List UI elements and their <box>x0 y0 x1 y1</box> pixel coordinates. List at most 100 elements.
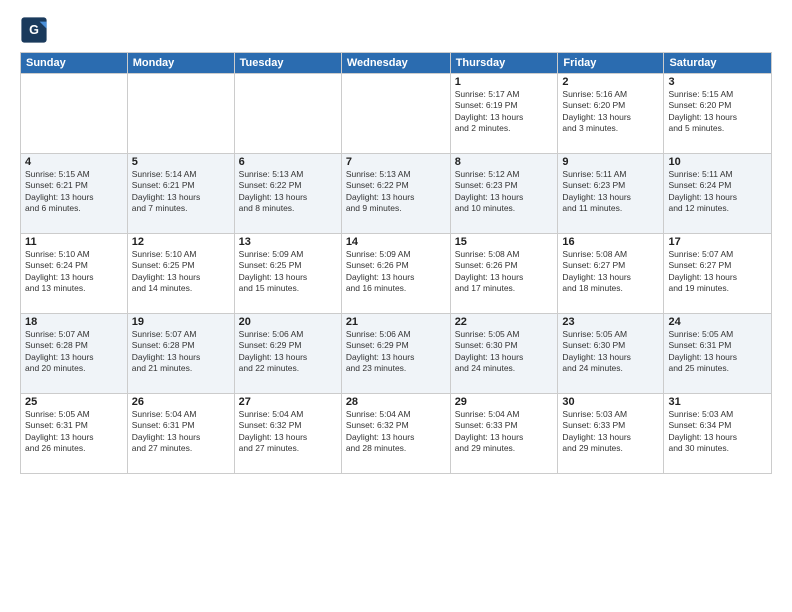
svg-text:G: G <box>29 23 39 37</box>
day-info: Sunrise: 5:15 AM Sunset: 6:20 PM Dayligh… <box>668 89 767 135</box>
calendar-cell: 4Sunrise: 5:15 AM Sunset: 6:21 PM Daylig… <box>21 154 128 234</box>
day-info: Sunrise: 5:04 AM Sunset: 6:32 PM Dayligh… <box>239 409 337 455</box>
calendar-cell: 29Sunrise: 5:04 AM Sunset: 6:33 PM Dayli… <box>450 394 558 474</box>
calendar-cell: 23Sunrise: 5:05 AM Sunset: 6:30 PM Dayli… <box>558 314 664 394</box>
day-info: Sunrise: 5:08 AM Sunset: 6:26 PM Dayligh… <box>455 249 554 295</box>
calendar-cell <box>21 74 128 154</box>
day-number: 10 <box>668 156 767 168</box>
day-info: Sunrise: 5:06 AM Sunset: 6:29 PM Dayligh… <box>239 329 337 375</box>
page-header: G <box>20 16 772 44</box>
day-number: 4 <box>25 156 123 168</box>
calendar-week-4: 18Sunrise: 5:07 AM Sunset: 6:28 PM Dayli… <box>21 314 772 394</box>
calendar-table: SundayMondayTuesdayWednesdayThursdayFrid… <box>20 52 772 474</box>
day-info: Sunrise: 5:09 AM Sunset: 6:25 PM Dayligh… <box>239 249 337 295</box>
day-header-saturday: Saturday <box>664 53 772 74</box>
day-info: Sunrise: 5:07 AM Sunset: 6:28 PM Dayligh… <box>25 329 123 375</box>
day-info: Sunrise: 5:04 AM Sunset: 6:33 PM Dayligh… <box>455 409 554 455</box>
day-number: 25 <box>25 396 123 408</box>
calendar-cell <box>127 74 234 154</box>
day-header-friday: Friday <box>558 53 664 74</box>
day-number: 22 <box>455 316 554 328</box>
day-info: Sunrise: 5:04 AM Sunset: 6:31 PM Dayligh… <box>132 409 230 455</box>
day-info: Sunrise: 5:11 AM Sunset: 6:23 PM Dayligh… <box>562 169 659 215</box>
calendar-cell: 3Sunrise: 5:15 AM Sunset: 6:20 PM Daylig… <box>664 74 772 154</box>
day-info: Sunrise: 5:05 AM Sunset: 6:31 PM Dayligh… <box>25 409 123 455</box>
day-number: 21 <box>346 316 446 328</box>
day-header-thursday: Thursday <box>450 53 558 74</box>
calendar-cell: 24Sunrise: 5:05 AM Sunset: 6:31 PM Dayli… <box>664 314 772 394</box>
day-header-sunday: Sunday <box>21 53 128 74</box>
day-info: Sunrise: 5:17 AM Sunset: 6:19 PM Dayligh… <box>455 89 554 135</box>
calendar-cell: 28Sunrise: 5:04 AM Sunset: 6:32 PM Dayli… <box>341 394 450 474</box>
day-number: 26 <box>132 396 230 408</box>
day-info: Sunrise: 5:09 AM Sunset: 6:26 PM Dayligh… <box>346 249 446 295</box>
day-number: 3 <box>668 76 767 88</box>
day-number: 11 <box>25 236 123 248</box>
calendar-week-3: 11Sunrise: 5:10 AM Sunset: 6:24 PM Dayli… <box>21 234 772 314</box>
day-number: 13 <box>239 236 337 248</box>
day-header-wednesday: Wednesday <box>341 53 450 74</box>
day-header-tuesday: Tuesday <box>234 53 341 74</box>
day-number: 23 <box>562 316 659 328</box>
calendar-cell: 30Sunrise: 5:03 AM Sunset: 6:33 PM Dayli… <box>558 394 664 474</box>
day-number: 17 <box>668 236 767 248</box>
day-number: 30 <box>562 396 659 408</box>
calendar-cell: 13Sunrise: 5:09 AM Sunset: 6:25 PM Dayli… <box>234 234 341 314</box>
day-info: Sunrise: 5:05 AM Sunset: 6:31 PM Dayligh… <box>668 329 767 375</box>
calendar-cell: 21Sunrise: 5:06 AM Sunset: 6:29 PM Dayli… <box>341 314 450 394</box>
day-info: Sunrise: 5:06 AM Sunset: 6:29 PM Dayligh… <box>346 329 446 375</box>
calendar-cell: 11Sunrise: 5:10 AM Sunset: 6:24 PM Dayli… <box>21 234 128 314</box>
calendar-cell: 18Sunrise: 5:07 AM Sunset: 6:28 PM Dayli… <box>21 314 128 394</box>
day-number: 19 <box>132 316 230 328</box>
day-number: 2 <box>562 76 659 88</box>
calendar-cell: 6Sunrise: 5:13 AM Sunset: 6:22 PM Daylig… <box>234 154 341 234</box>
calendar-cell: 27Sunrise: 5:04 AM Sunset: 6:32 PM Dayli… <box>234 394 341 474</box>
day-number: 18 <box>25 316 123 328</box>
day-info: Sunrise: 5:03 AM Sunset: 6:34 PM Dayligh… <box>668 409 767 455</box>
day-info: Sunrise: 5:07 AM Sunset: 6:28 PM Dayligh… <box>132 329 230 375</box>
day-number: 24 <box>668 316 767 328</box>
day-number: 20 <box>239 316 337 328</box>
day-info: Sunrise: 5:03 AM Sunset: 6:33 PM Dayligh… <box>562 409 659 455</box>
day-number: 12 <box>132 236 230 248</box>
day-info: Sunrise: 5:04 AM Sunset: 6:32 PM Dayligh… <box>346 409 446 455</box>
calendar-cell: 31Sunrise: 5:03 AM Sunset: 6:34 PM Dayli… <box>664 394 772 474</box>
day-info: Sunrise: 5:05 AM Sunset: 6:30 PM Dayligh… <box>562 329 659 375</box>
calendar-cell: 20Sunrise: 5:06 AM Sunset: 6:29 PM Dayli… <box>234 314 341 394</box>
day-info: Sunrise: 5:07 AM Sunset: 6:27 PM Dayligh… <box>668 249 767 295</box>
calendar-cell <box>234 74 341 154</box>
day-number: 1 <box>455 76 554 88</box>
calendar-cell: 5Sunrise: 5:14 AM Sunset: 6:21 PM Daylig… <box>127 154 234 234</box>
calendar-week-2: 4Sunrise: 5:15 AM Sunset: 6:21 PM Daylig… <box>21 154 772 234</box>
logo-icon: G <box>20 16 48 44</box>
day-number: 6 <box>239 156 337 168</box>
calendar-cell: 17Sunrise: 5:07 AM Sunset: 6:27 PM Dayli… <box>664 234 772 314</box>
day-number: 29 <box>455 396 554 408</box>
calendar-cell: 8Sunrise: 5:12 AM Sunset: 6:23 PM Daylig… <box>450 154 558 234</box>
calendar-cell <box>341 74 450 154</box>
day-info: Sunrise: 5:13 AM Sunset: 6:22 PM Dayligh… <box>346 169 446 215</box>
calendar-cell: 15Sunrise: 5:08 AM Sunset: 6:26 PM Dayli… <box>450 234 558 314</box>
day-number: 15 <box>455 236 554 248</box>
calendar-cell: 19Sunrise: 5:07 AM Sunset: 6:28 PM Dayli… <box>127 314 234 394</box>
day-number: 31 <box>668 396 767 408</box>
calendar-cell: 2Sunrise: 5:16 AM Sunset: 6:20 PM Daylig… <box>558 74 664 154</box>
day-header-monday: Monday <box>127 53 234 74</box>
day-number: 27 <box>239 396 337 408</box>
day-info: Sunrise: 5:14 AM Sunset: 6:21 PM Dayligh… <box>132 169 230 215</box>
calendar-cell: 9Sunrise: 5:11 AM Sunset: 6:23 PM Daylig… <box>558 154 664 234</box>
day-number: 28 <box>346 396 446 408</box>
calendar-week-5: 25Sunrise: 5:05 AM Sunset: 6:31 PM Dayli… <box>21 394 772 474</box>
day-info: Sunrise: 5:16 AM Sunset: 6:20 PM Dayligh… <box>562 89 659 135</box>
calendar-cell: 25Sunrise: 5:05 AM Sunset: 6:31 PM Dayli… <box>21 394 128 474</box>
calendar-cell: 10Sunrise: 5:11 AM Sunset: 6:24 PM Dayli… <box>664 154 772 234</box>
day-number: 9 <box>562 156 659 168</box>
day-info: Sunrise: 5:10 AM Sunset: 6:24 PM Dayligh… <box>25 249 123 295</box>
day-info: Sunrise: 5:13 AM Sunset: 6:22 PM Dayligh… <box>239 169 337 215</box>
day-number: 7 <box>346 156 446 168</box>
calendar-cell: 26Sunrise: 5:04 AM Sunset: 6:31 PM Dayli… <box>127 394 234 474</box>
day-number: 16 <box>562 236 659 248</box>
calendar-header-row: SundayMondayTuesdayWednesdayThursdayFrid… <box>21 53 772 74</box>
calendar-cell: 1Sunrise: 5:17 AM Sunset: 6:19 PM Daylig… <box>450 74 558 154</box>
logo: G <box>20 16 52 44</box>
